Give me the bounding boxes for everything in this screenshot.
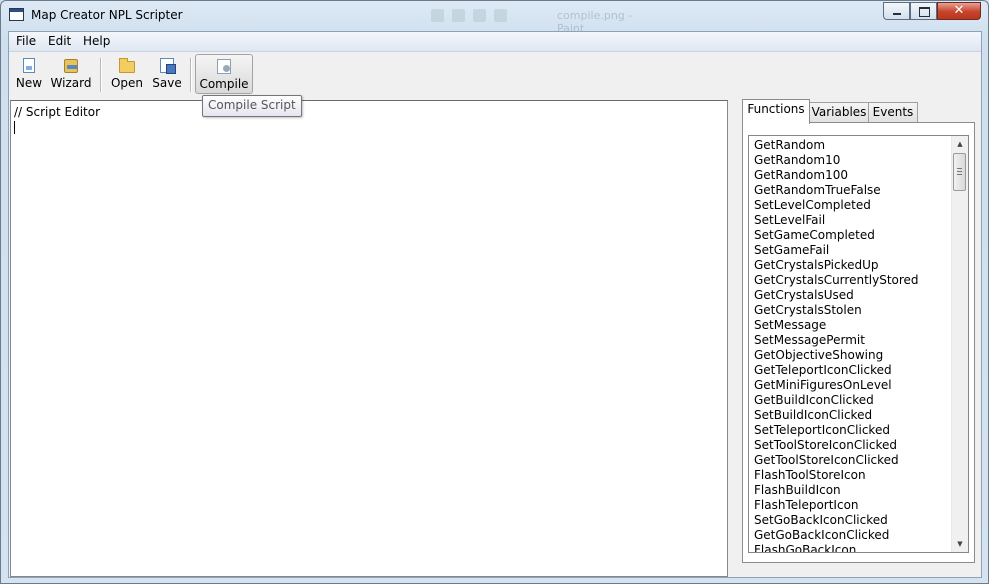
- client-area: File Edit Help New Wizard Open Save Comp…: [8, 31, 982, 578]
- function-list-item[interactable]: SetLevelFail: [749, 213, 952, 228]
- list-scrollbar[interactable]: ▲ ▼: [951, 136, 968, 552]
- compile-button[interactable]: Compile: [195, 54, 253, 94]
- function-list-item[interactable]: FlashGoBackIcon: [749, 543, 952, 552]
- open-button[interactable]: Open: [109, 54, 145, 94]
- app-window-icon[interactable]: [9, 8, 24, 21]
- new-document-icon: [21, 58, 37, 74]
- menu-bar: File Edit Help: [9, 32, 981, 52]
- function-list-item[interactable]: GetMiniFiguresOnLevel: [749, 378, 952, 393]
- tab-variables[interactable]: Variables: [809, 102, 869, 122]
- function-list-item[interactable]: SetGameFail: [749, 243, 952, 258]
- close-icon: ✕: [953, 3, 965, 18]
- tab-events[interactable]: Events: [868, 102, 918, 122]
- function-list-item[interactable]: SetGameCompleted: [749, 228, 952, 243]
- close-button[interactable]: ✕: [937, 2, 981, 20]
- open-button-label: Open: [110, 76, 144, 90]
- toolbar-separator: [190, 58, 192, 92]
- tab-functions-label: Functions: [747, 102, 805, 116]
- editor-content: // Script Editor: [14, 105, 101, 119]
- function-list-item[interactable]: GetToolStoreIconClicked: [749, 453, 952, 468]
- function-list-item[interactable]: SetLevelCompleted: [749, 198, 952, 213]
- background-window-ghost: compile.png - Paint: [431, 9, 661, 35]
- function-list-item[interactable]: FlashBuildIcon: [749, 483, 952, 498]
- app-window: Map Creator NPL Scripter compile.png - P…: [0, 0, 989, 584]
- function-list-item[interactable]: SetToolStoreIconClicked: [749, 438, 952, 453]
- maximize-button[interactable]: [910, 2, 937, 20]
- function-list-item[interactable]: GetGoBackIconClicked: [749, 528, 952, 543]
- tab-functions[interactable]: Functions: [742, 99, 810, 124]
- ghost-icon: [494, 9, 507, 22]
- wizard-button[interactable]: Wizard: [49, 54, 93, 94]
- text-caret: [14, 121, 15, 134]
- script-editor[interactable]: // Script Editor: [10, 100, 728, 577]
- ghost-icon: [431, 9, 444, 22]
- window-title: Map Creator NPL Scripter: [31, 8, 183, 22]
- functions-panel: GetRandom GetRandom10 GetRandom100 GetRando…: [742, 122, 975, 563]
- tab-variables-label: Variables: [811, 105, 867, 119]
- function-list-item[interactable]: SetTeleportIconClicked: [749, 423, 952, 438]
- ghost-icon: [473, 9, 486, 22]
- compile-button-label: Compile: [199, 77, 249, 91]
- function-list-item[interactable]: GetRandomTrueFalse: [749, 183, 952, 198]
- function-list-item[interactable]: FlashToolStoreIcon: [749, 468, 952, 483]
- scroll-thumb[interactable]: [953, 153, 966, 191]
- function-list-item[interactable]: SetMessage: [749, 318, 952, 333]
- scroll-up-button[interactable]: ▲: [952, 136, 968, 152]
- functions-list-items: GetRandom GetRandom10 GetRandom100 GetRando…: [749, 138, 952, 552]
- ghost-icon: [452, 9, 465, 22]
- wizard-button-label: Wizard: [50, 76, 92, 90]
- function-list-item[interactable]: GetRandom: [749, 138, 952, 153]
- menu-edit[interactable]: Edit: [48, 34, 71, 48]
- toolbar: New Wizard Open Save Compile: [9, 52, 981, 98]
- function-list-item[interactable]: GetBuildIconClicked: [749, 393, 952, 408]
- function-list-item[interactable]: SetMessagePermit: [749, 333, 952, 348]
- toolbar-separator: [100, 58, 102, 92]
- function-list-item[interactable]: SetGoBackIconClicked: [749, 513, 952, 528]
- function-list-item[interactable]: GetRandom10: [749, 153, 952, 168]
- save-button-label: Save: [152, 76, 182, 90]
- function-list-item[interactable]: GetRandom100: [749, 168, 952, 183]
- function-list-item[interactable]: GetCrystalsCurrentlyStored: [749, 273, 952, 288]
- function-list-item[interactable]: GetObjectiveShowing: [749, 348, 952, 363]
- function-list-item[interactable]: GetCrystalsPickedUp: [749, 258, 952, 273]
- minimize-button[interactable]: [883, 2, 910, 20]
- menu-help[interactable]: Help: [83, 34, 110, 48]
- wizard-icon: [63, 58, 79, 74]
- scroll-down-button[interactable]: ▼: [952, 536, 968, 552]
- function-list-item[interactable]: SetBuildIconClicked: [749, 408, 952, 423]
- functions-list[interactable]: GetRandom GetRandom10 GetRandom100 GetRando…: [748, 135, 969, 553]
- title-bar[interactable]: Map Creator NPL Scripter compile.png - P…: [1, 1, 988, 35]
- save-icon: [159, 58, 176, 74]
- compile-tooltip: Compile Script: [202, 95, 302, 117]
- caption-buttons: ✕: [883, 2, 981, 21]
- function-list-item[interactable]: GetTeleportIconClicked: [749, 363, 952, 378]
- new-button[interactable]: New: [13, 54, 45, 94]
- function-list-item[interactable]: GetCrystalsStolen: [749, 303, 952, 318]
- new-button-label: New: [15, 76, 43, 90]
- menu-file[interactable]: File: [16, 34, 36, 48]
- function-list-item[interactable]: FlashTeleportIcon: [749, 498, 952, 513]
- minimize-icon: [893, 13, 901, 15]
- function-list-item[interactable]: GetCrystalsUsed: [749, 288, 952, 303]
- open-folder-icon: [119, 58, 135, 74]
- tab-events-label: Events: [872, 105, 914, 119]
- save-button[interactable]: Save: [150, 54, 184, 94]
- compile-icon: [216, 59, 232, 75]
- maximize-icon: [919, 7, 930, 17]
